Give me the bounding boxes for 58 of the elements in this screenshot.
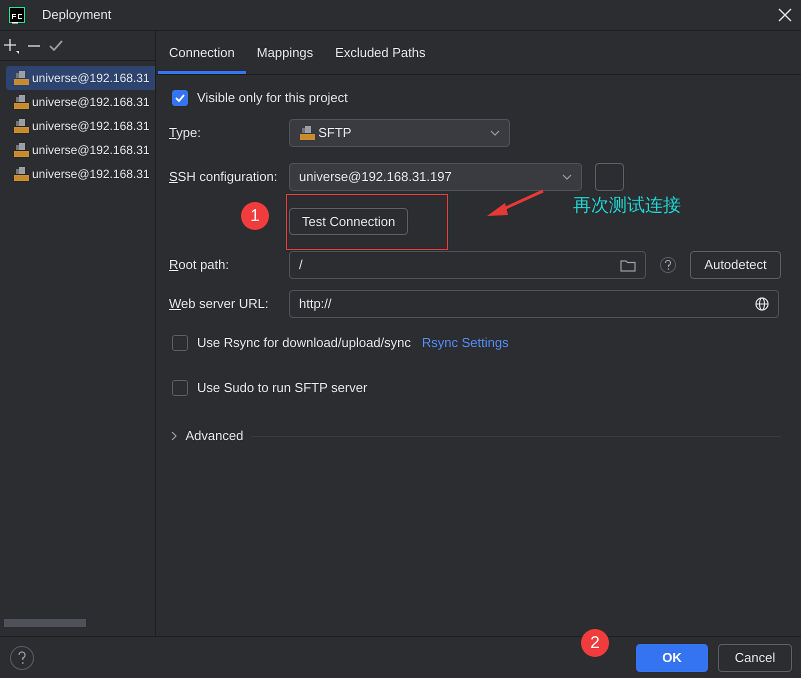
scrollbar-thumb[interactable] <box>4 619 86 627</box>
ok-button[interactable]: OK <box>636 644 708 672</box>
minus-icon <box>27 44 41 46</box>
server-icon <box>13 166 29 182</box>
server-list-item[interactable]: universe@192.168.31 <box>6 162 155 186</box>
checkbox-label: Visible only for this project <box>197 89 348 108</box>
tab[interactable]: Connection <box>158 31 246 74</box>
checkbox[interactable] <box>172 335 188 351</box>
test-connection-button[interactable]: Test Connection <box>289 208 408 235</box>
plus-icon <box>3 38 19 54</box>
root-path-field[interactable]: / <box>289 251 646 279</box>
ssh-config-dropdown[interactable]: universe@192.168.31.197 <box>289 163 582 191</box>
tab[interactable]: Mappings <box>246 31 324 74</box>
field-label: Web server URL: <box>169 295 270 314</box>
checkmark-icon <box>174 92 186 104</box>
field-label: SSH configuration: <box>169 168 278 186</box>
logo-glyph-icon <box>10 12 24 26</box>
field-label: Type: <box>169 124 202 142</box>
checkbox-label: Use Rsync for download/upload/sync <box>197 334 411 352</box>
checkmark-icon <box>49 38 63 52</box>
close-icon <box>778 8 792 22</box>
annotation-text: 再次测试连接 <box>573 194 681 217</box>
checkbox[interactable] <box>172 380 188 396</box>
help-icon[interactable] <box>660 257 676 273</box>
window-title: Deployment <box>42 6 112 24</box>
question-mark-icon <box>664 260 672 270</box>
server-icon <box>13 142 29 158</box>
tab[interactable]: Excluded Paths <box>324 31 436 74</box>
chevron-down-icon <box>562 174 572 180</box>
step-number-badge: 2 <box>581 629 609 657</box>
chevron-icon <box>169 431 179 441</box>
add-button[interactable] <box>3 38 19 54</box>
server-list-item[interactable]: universe@192.168.31 <box>6 90 155 114</box>
question-mark-icon <box>17 650 27 664</box>
checkbox[interactable] <box>172 90 188 106</box>
server-icon <box>13 94 29 110</box>
annotation-arrow <box>487 190 544 216</box>
chevron-down-icon <box>490 130 500 136</box>
checkbox-label: Use Sudo to run SFTP server <box>197 379 368 398</box>
server-list-item[interactable]: universe@192.168.31 <box>6 114 155 138</box>
globe-icon <box>755 297 769 311</box>
server-icon <box>13 70 29 86</box>
web-url-field[interactable]: http:// <box>289 290 779 318</box>
check-button[interactable] <box>49 38 63 52</box>
folder-icon <box>620 258 636 272</box>
rsync-settings-link[interactable]: Rsync Settings <box>422 333 509 353</box>
server-icon <box>299 125 315 141</box>
autodetect-button[interactable]: Autodetect <box>690 251 781 279</box>
close-button[interactable] <box>778 8 792 22</box>
field-label: Root path: <box>169 256 230 274</box>
server-icon <box>13 118 29 134</box>
type-dropdown[interactable]: SFTP <box>289 119 510 147</box>
server-list-item[interactable]: universe@192.168.31 <box>6 138 155 162</box>
server-list-item[interactable]: universe@192.168.31 <box>6 66 155 90</box>
step-number-badge: 1 <box>241 202 269 230</box>
help-button[interactable] <box>10 646 34 670</box>
cancel-button[interactable]: Cancel <box>718 644 792 672</box>
advanced-toggle[interactable]: Advanced <box>169 426 244 446</box>
